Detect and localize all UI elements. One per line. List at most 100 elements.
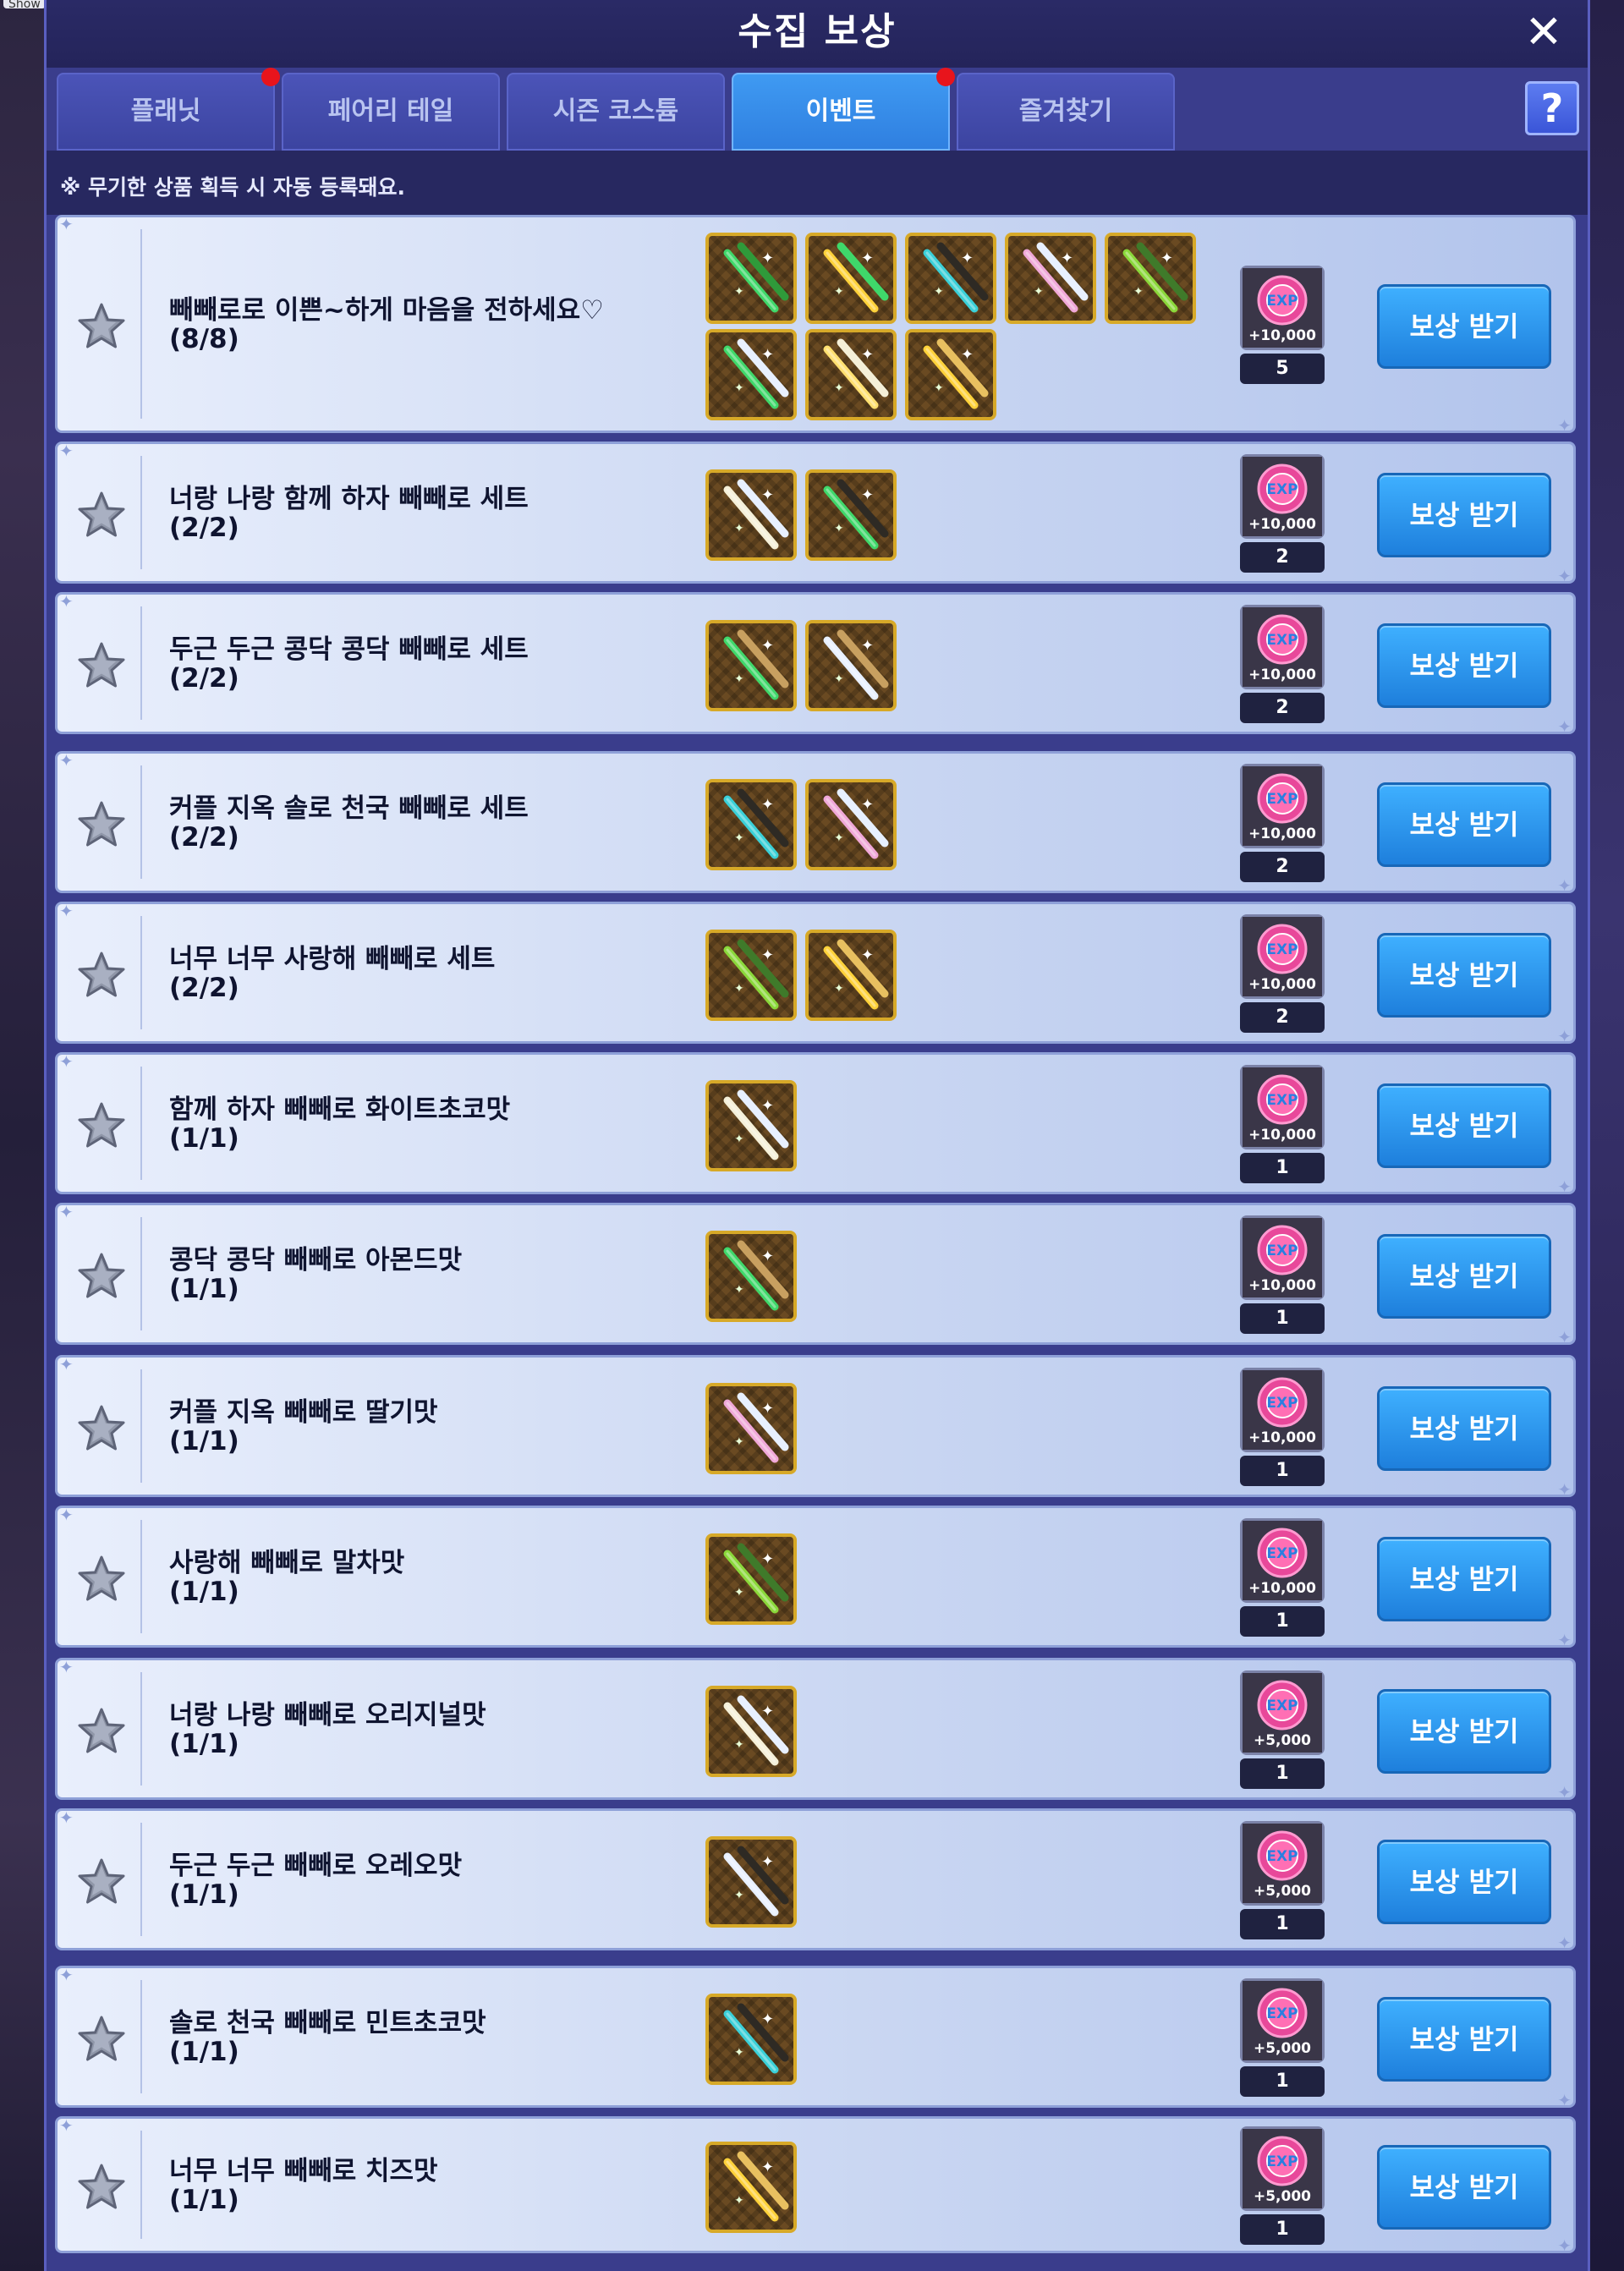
- svg-text:✦: ✦: [834, 672, 844, 686]
- favorite-star-icon[interactable]: [76, 301, 127, 352]
- svg-text:✦: ✦: [734, 1889, 744, 1902]
- svg-text:✦: ✦: [761, 1703, 774, 1720]
- tab-favorites[interactable]: 즐겨찾기: [957, 73, 1175, 151]
- claim-reward-button[interactable]: 보상 받기: [1377, 284, 1551, 369]
- tab-event[interactable]: 이벤트: [732, 68, 955, 151]
- favorite-star-icon[interactable]: [76, 2162, 127, 2213]
- row-name: 두근 두근 콩닥 콩닥 빼빼로 세트: [169, 634, 529, 665]
- close-button[interactable]: ✕: [1520, 8, 1567, 56]
- pepero-item-icon[interactable]: ✦ ✦: [805, 469, 897, 561]
- pepero-item-icon[interactable]: ✦ ✦: [805, 779, 897, 870]
- svg-text:EXP: EXP: [1266, 791, 1298, 808]
- tab-bar: 플래닛 페어리 테일 시즌 코스튬 이벤트 즐겨찾기 ?: [57, 68, 1579, 151]
- claim-reward-button[interactable]: 보상 받기: [1377, 933, 1551, 1018]
- claim-reward-button[interactable]: 보상 받기: [1377, 623, 1551, 708]
- favorite-star-icon[interactable]: [76, 950, 127, 1001]
- row-divider: [140, 1067, 142, 1180]
- claim-reward-button[interactable]: 보상 받기: [1377, 1840, 1551, 1924]
- pepero-item-icon[interactable]: ✦ ✦: [705, 469, 797, 561]
- claim-reward-button[interactable]: 보상 받기: [1377, 1386, 1551, 1471]
- favorite-star-icon[interactable]: [76, 1251, 127, 1302]
- corner-sparkle: ✦: [1557, 566, 1572, 586]
- svg-text:EXP: EXP: [1266, 481, 1298, 498]
- svg-text:✦: ✦: [861, 796, 874, 814]
- favorite-star-icon[interactable]: [76, 799, 127, 850]
- exp-orb-icon: EXP +10,000: [1240, 764, 1325, 848]
- claim-reward-button[interactable]: 보상 받기: [1377, 1997, 1551, 2082]
- claim-reward-button[interactable]: 보상 받기: [1377, 1689, 1551, 1774]
- exp-orb-icon: EXP +10,000: [1240, 914, 1325, 999]
- svg-text:✦: ✦: [734, 1133, 744, 1146]
- collection-row: ✦ ✦ 두근 두근 빼빼로 오레오맛 (1/1) ✦ ✦ EXP +5,000 1 보상 받기: [55, 1807, 1576, 1953]
- pepero-item-icon[interactable]: ✦ ✦: [905, 329, 996, 420]
- exp-reward: EXP +10,000 2: [1240, 914, 1326, 1033]
- row-title: 너무 너무 사랑해 빼빼로 세트 (2/2): [169, 945, 495, 1002]
- pepero-item-icon[interactable]: ✦ ✦: [705, 779, 797, 870]
- row-name: 너랑 나랑 빼빼로 오리지널맛: [169, 1700, 486, 1731]
- exp-reward: EXP +10,000 1: [1240, 1215, 1326, 1334]
- row-progress: (1/1): [169, 2037, 239, 2067]
- pepero-item-icon[interactable]: ✦ ✦: [705, 1383, 797, 1474]
- row-divider: [140, 456, 142, 569]
- tab-season-costume[interactable]: 시즌 코스튬: [507, 73, 725, 151]
- pepero-item-icon[interactable]: ✦ ✦: [705, 329, 797, 420]
- claim-reward-button[interactable]: 보상 받기: [1377, 2145, 1551, 2230]
- corner-sparkle: ✦: [1557, 1933, 1572, 1953]
- favorite-star-icon[interactable]: [76, 490, 127, 540]
- pepero-item-icon[interactable]: ✦ ✦: [805, 930, 897, 1021]
- pepero-item-icon[interactable]: ✦ ✦: [705, 1686, 797, 1777]
- favorite-star-icon[interactable]: [76, 640, 127, 691]
- pepero-item-icon[interactable]: ✦ ✦: [705, 2142, 797, 2233]
- pepero-item-icon[interactable]: ✦ ✦: [805, 233, 897, 324]
- pepero-item-icon[interactable]: ✦ ✦: [705, 1080, 797, 1171]
- claim-reward-button[interactable]: 보상 받기: [1377, 473, 1551, 557]
- corner-sparkle: ✦: [59, 2115, 74, 2136]
- favorite-star-icon[interactable]: [76, 1857, 127, 1907]
- row-divider: [140, 1369, 142, 1483]
- pepero-item-icon[interactable]: ✦ ✦: [705, 1994, 797, 2085]
- reward-count: 5: [1240, 354, 1325, 384]
- pepero-item-icon[interactable]: ✦ ✦: [1005, 233, 1096, 324]
- claim-reward-button[interactable]: 보상 받기: [1377, 1537, 1551, 1621]
- row-divider: [140, 1980, 142, 2093]
- pepero-item-icon[interactable]: ✦ ✦: [705, 233, 797, 324]
- collection-row: ✦ ✦ 콩닥 콩닥 빼빼로 아몬드맛 (1/1) ✦ ✦ EXP +10,000 1 보상 받기: [55, 1202, 1576, 1347]
- tab-fairy-tale[interactable]: 페어리 테일: [282, 73, 500, 151]
- favorite-star-icon[interactable]: [76, 1403, 127, 1454]
- svg-text:EXP: EXP: [1266, 1848, 1298, 1865]
- svg-text:✦: ✦: [761, 486, 774, 504]
- favorite-star-icon[interactable]: [76, 1554, 127, 1605]
- corner-sparkle: ✦: [59, 750, 74, 771]
- exp-orb-icon: EXP +10,000: [1240, 266, 1325, 350]
- pepero-item-icon[interactable]: ✦ ✦: [705, 1231, 797, 1322]
- collection-row: ✦ ✦ 너랑 나랑 빼빼로 오리지널맛 (1/1) ✦ ✦ EXP +5,000 1 보상 받기: [55, 1657, 1576, 1802]
- svg-text:✦: ✦: [734, 522, 744, 535]
- tab-planet[interactable]: 플래닛: [57, 68, 280, 151]
- help-button[interactable]: ?: [1525, 81, 1579, 135]
- pepero-item-icon[interactable]: ✦ ✦: [705, 620, 797, 711]
- pepero-item-icon[interactable]: ✦ ✦: [905, 233, 996, 324]
- pepero-item-icon[interactable]: ✦ ✦: [705, 1533, 797, 1625]
- favorite-star-icon[interactable]: [76, 1100, 127, 1151]
- collection-row: ✦ ✦ 너무 너무 사랑해 빼빼로 세트 (2/2) ✦ ✦ ✦ ✦ EXP +10,000 2 보상…: [55, 901, 1576, 1046]
- pepero-item-icon[interactable]: ✦ ✦: [805, 329, 897, 420]
- claim-reward-button[interactable]: 보상 받기: [1377, 1234, 1551, 1319]
- panel-title: 수집 보상: [738, 10, 897, 53]
- row-divider: [140, 765, 142, 879]
- claim-reward-button[interactable]: 보상 받기: [1377, 782, 1551, 867]
- exp-amount: +10,000: [1248, 976, 1316, 993]
- row-progress: (2/2): [169, 822, 239, 853]
- pepero-item-icon[interactable]: ✦ ✦: [1105, 233, 1196, 324]
- reward-count: 2: [1240, 852, 1325, 882]
- pepero-item-icon[interactable]: ✦ ✦: [805, 620, 897, 711]
- svg-text:✦: ✦: [861, 346, 874, 364]
- exp-orb-icon: EXP +5,000: [1240, 1978, 1325, 2063]
- row-progress: (1/1): [169, 1426, 239, 1456]
- claim-reward-button[interactable]: 보상 받기: [1377, 1083, 1551, 1168]
- collection-row: ✦ ✦ 너무 너무 빼빼로 치즈맛 (1/1) ✦ ✦ EXP +5,000 1 보상 받기: [55, 2115, 1576, 2256]
- pepero-item-icon[interactable]: ✦ ✦: [705, 1836, 797, 1928]
- favorite-star-icon[interactable]: [76, 2014, 127, 2065]
- favorite-star-icon[interactable]: [76, 1706, 127, 1757]
- pepero-item-icon[interactable]: ✦ ✦: [705, 930, 797, 1021]
- collection-row: ✦ ✦ 두근 두근 콩닥 콩닥 빼빼로 세트 (2/2) ✦ ✦ ✦ ✦ EXP +10,000 2…: [55, 591, 1576, 737]
